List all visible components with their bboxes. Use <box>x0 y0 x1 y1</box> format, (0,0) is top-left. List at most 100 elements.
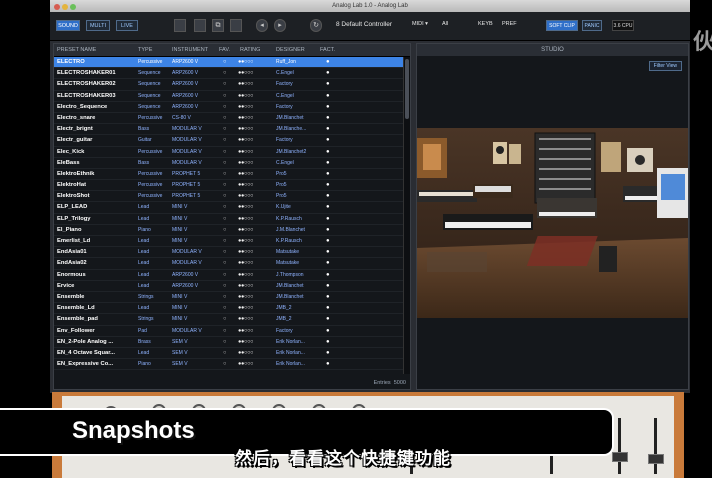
panic-button[interactable]: PANIC <box>582 20 602 31</box>
preset-list-scrollbar[interactable] <box>403 57 410 374</box>
controller-select[interactable]: 8 Default Controller <box>336 21 392 28</box>
prev-preset-icon[interactable]: ◂ <box>256 19 268 32</box>
table-row[interactable]: ELP_LEAD Lead MINI V ○ ●●○○○ K.Ujite ● <box>54 202 403 214</box>
next-preset-icon[interactable]: ▸ <box>274 19 286 32</box>
preset-fav[interactable]: ○ <box>223 193 227 199</box>
preset-fav[interactable]: ○ <box>223 59 227 65</box>
preset-fav[interactable]: ○ <box>223 104 227 110</box>
preset-type: Lead <box>138 249 150 256</box>
filter-view-button[interactable]: Filter View <box>648 61 682 71</box>
table-row[interactable]: Ensemble_pad Strings MINI V ○ ●●○○○ JMB_2 ● <box>54 314 403 326</box>
fader[interactable] <box>612 452 628 462</box>
table-row[interactable]: EleBass Bass MODULAR V ○ ●●○○○ C.Engel ● <box>54 158 403 169</box>
preset-fav[interactable]: ○ <box>223 260 227 266</box>
preset-fav[interactable]: ○ <box>223 294 227 300</box>
fader[interactable] <box>648 454 664 464</box>
table-row[interactable]: Env_Follower Pad MODULAR V ○ ●●○○○ Factory ● <box>54 326 403 337</box>
header-preset-name[interactable]: PRESET NAME <box>57 47 96 53</box>
preset-instrument: MINI V <box>172 226 188 233</box>
preset-fav[interactable]: ○ <box>223 339 227 345</box>
preferences-button[interactable]: PREF <box>502 21 517 27</box>
table-row[interactable]: EndAsia02 Lead MODULAR V ○ ●●○○○ Matsutake ● <box>54 258 403 270</box>
header-fav[interactable]: FAV. <box>219 47 230 53</box>
tab-multi[interactable]: MULTI <box>86 20 110 31</box>
midi-select[interactable]: MIDI ▾ <box>412 21 428 27</box>
table-row[interactable]: Electr_guitar Guitar MODULAR V ○ ●●○○○ Factor… <box>54 135 403 147</box>
zoom-icon[interactable] <box>70 4 76 10</box>
table-row[interactable]: Ervice Lead ARP2600 V ○ ●●○○○ JM.Blanchet ● <box>54 281 403 292</box>
header-rating[interactable]: RATING <box>240 47 260 53</box>
copy-icon[interactable]: ⧉ <box>212 19 224 32</box>
table-row[interactable]: ElektroEthnik Percussive PROPHET 5 ○ ●●○○○ Pr… <box>54 169 403 181</box>
preset-factory: ● <box>326 226 330 233</box>
preset-fav[interactable]: ○ <box>223 316 227 322</box>
preset-fav[interactable]: ○ <box>223 149 227 155</box>
save-icon[interactable] <box>174 19 186 32</box>
preset-fav[interactable]: ○ <box>223 272 227 278</box>
table-row[interactable]: Emerlist_Ld Lead MINI V ○ ●●○○○ K.P.Rausch ● <box>54 236 403 248</box>
delete-icon[interactable] <box>230 19 242 32</box>
table-row[interactable]: El_Piano Piano MINI V ○ ●●○○○ J.M.Blanchet ● <box>54 225 403 236</box>
tab-sound[interactable]: SOUND <box>56 20 80 31</box>
preset-fav[interactable]: ○ <box>223 350 227 356</box>
table-row[interactable]: Electr_brignt Bass MODULAR V ○ ●●○○○ JM.Blanc… <box>54 124 403 136</box>
header-fact[interactable]: FACT. <box>320 47 335 53</box>
table-row[interactable]: EN_2-Pole Analog ... Brass SEM V ○ ●●○○○ Erik… <box>54 337 403 348</box>
preset-fav[interactable]: ○ <box>223 283 227 289</box>
preset-name: Enormous <box>57 271 86 278</box>
table-row[interactable]: ElektroShot Percussive PROPHET 5 ○ ●●○○○ Pro5… <box>54 191 403 203</box>
table-row[interactable]: Electro_snare Percussive CS-80 V ○ ●●○○○ JM.B… <box>54 113 403 125</box>
table-row[interactable]: Elec_Kick Percussive MODULAR V ○ ●●○○○ JM.Bla… <box>54 147 403 158</box>
table-row[interactable]: ELECTROSHAKER03 Sequence ARP2600 V ○ ●●○○○ C.… <box>54 91 403 102</box>
preset-fav[interactable]: ○ <box>223 328 227 334</box>
preset-rating: ●●○○○ <box>238 182 254 189</box>
preset-fav[interactable]: ○ <box>223 249 227 255</box>
preset-fav[interactable]: ○ <box>223 115 227 121</box>
keyboard-button[interactable]: KEYB <box>478 21 493 27</box>
preset-factory: ● <box>326 305 330 312</box>
preset-fav[interactable]: ○ <box>223 204 227 210</box>
table-row[interactable]: Ensemble_Ld Lead MINI V ○ ●●○○○ JMB_2 ● <box>54 303 403 315</box>
preset-fav[interactable]: ○ <box>223 182 227 188</box>
save-as-icon[interactable] <box>194 19 206 32</box>
preset-factory: ● <box>326 282 330 289</box>
preset-fav[interactable]: ○ <box>223 81 227 87</box>
preset-fav[interactable]: ○ <box>223 361 227 367</box>
preset-fav[interactable]: ○ <box>223 238 227 244</box>
header-designer[interactable]: DESIGNER <box>276 47 305 53</box>
table-row[interactable]: EndAsia01 Lead MODULAR V ○ ●●○○○ Matsutake ● <box>54 247 403 259</box>
header-instrument[interactable]: INSTRUMENT <box>172 47 208 53</box>
table-row[interactable]: EN_4 Octave Squar... Lead SEM V ○ ●●○○○ Erik … <box>54 348 403 360</box>
preset-fav[interactable]: ○ <box>223 126 227 132</box>
refresh-icon[interactable]: ↻ <box>310 19 322 32</box>
table-row[interactable]: Electro_Sequence Sequence ARP2600 V ○ ●●○○○ F… <box>54 102 403 113</box>
close-icon[interactable] <box>54 4 60 10</box>
preset-fav[interactable]: ○ <box>223 171 227 177</box>
table-row[interactable]: EN_Expressive Co... Piano SEM V ○ ●●○○○ Erik … <box>54 359 403 371</box>
preset-fav[interactable]: ○ <box>223 137 227 143</box>
table-row[interactable]: Enormous Lead ARP2600 V ○ ●●○○○ J.Thompson ● <box>54 270 403 281</box>
table-row[interactable]: ElektroHat Percussive PROPHET 5 ○ ●●○○○ Pro5 ● <box>54 180 403 192</box>
preset-fav[interactable]: ○ <box>223 305 227 311</box>
preset-fav[interactable]: ○ <box>223 216 227 222</box>
table-row[interactable]: ELECTROSHAKER02 Sequence ARP2600 V ○ ●●○○○ Fa… <box>54 79 403 91</box>
preset-fav[interactable]: ○ <box>223 70 227 76</box>
tab-live[interactable]: LIVE <box>116 20 138 31</box>
table-row[interactable]: ELECTRO Percussive ARP2600 V ○ ●●○○○ Ruff_Jon… <box>54 57 403 69</box>
preset-fav[interactable]: ○ <box>223 227 227 233</box>
table-row[interactable]: ELP_Trilogy Lead MINI V ○ ●●○○○ K.P.Rausch ● <box>54 214 403 225</box>
preset-name: EN_4 Octave Squar... <box>57 349 115 356</box>
preset-instrument: SEM V <box>172 349 188 356</box>
preset-factory: ● <box>326 215 330 222</box>
scroll-thumb[interactable] <box>405 59 409 119</box>
preset-instrument: PROPHET 5 <box>172 193 201 200</box>
preset-fav[interactable]: ○ <box>223 160 227 166</box>
preset-list: ELECTRO Percussive ARP2600 V ○ ●●○○○ Ruff_Jon… <box>54 57 403 371</box>
minimize-icon[interactable] <box>62 4 68 10</box>
header-type[interactable]: TYPE <box>138 47 152 53</box>
midi-channel[interactable]: All <box>442 21 448 27</box>
table-row[interactable]: Ensemble Strings MINI V ○ ●●○○○ JM.Blanchet ● <box>54 292 403 304</box>
table-row[interactable]: ELECTROSHAKER01 Sequence ARP2600 V ○ ●●○○○ C.… <box>54 68 403 80</box>
preset-fav[interactable]: ○ <box>223 93 227 99</box>
soft-clip-button[interactable]: SOFT CLIP <box>546 20 578 31</box>
